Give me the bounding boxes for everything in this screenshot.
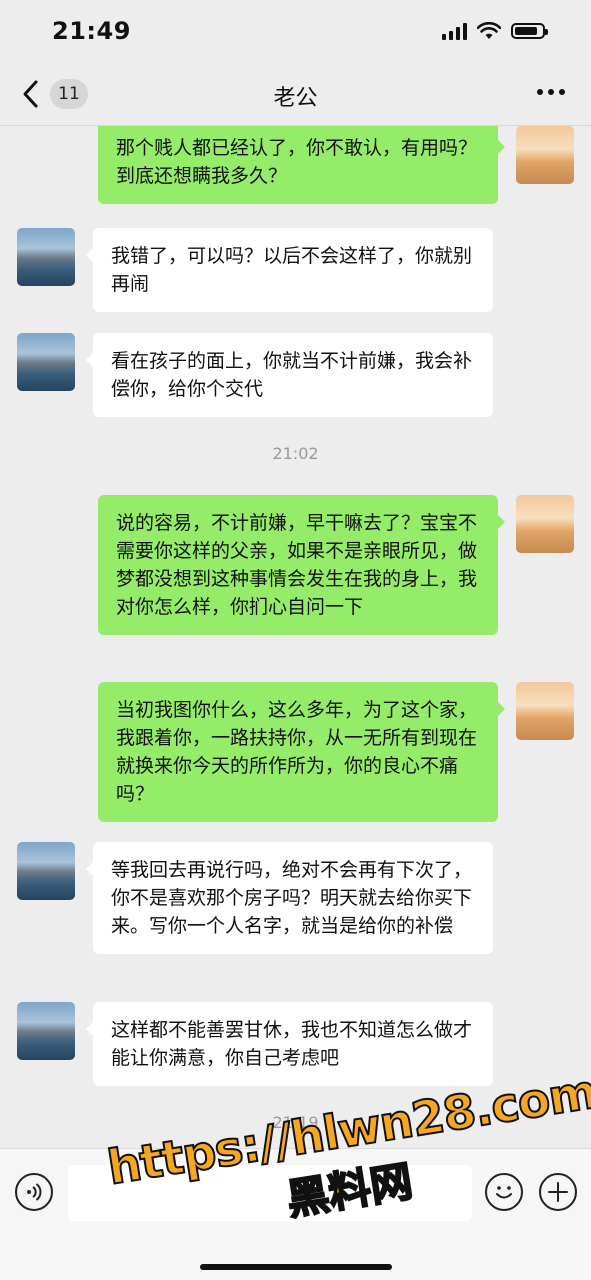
message-row: 等我回去再说行吗，绝对不会再有下次了，你不是喜欢那个房子吗？明天就去给你买下来。… [0,842,591,978]
message-bubble[interactable]: 看在孩子的面上，你就当不计前嫌，我会补偿你，给你个交代 [86,333,493,417]
avatar-self[interactable] [516,495,574,553]
message-text: 我错了，可以吗？以后不会这样了，你就别再闹 [111,245,473,295]
chat-header: 11 老公 [0,62,591,126]
message-row: 说的容易，不计前嫌，早干嘛去了？宝宝不需要你这样的父亲，如果不是亲眼所见，做梦都… [0,495,591,659]
message-bubble[interactable]: 这样都不能善罢甘休，我也不知道怎么做才能让你满意，你自己考虑吧 [86,1002,493,1086]
message-row: 这样都不能善罢甘休，我也不知道怎么做才能让你满意，你自己考虑吧 [0,1002,591,1086]
input-bar [0,1148,591,1280]
status-bar: 21:49 [0,0,591,62]
more-options-button[interactable] [537,89,565,95]
timestamp: 21:19 [272,1113,319,1132]
message-input[interactable] [68,1165,472,1221]
status-icons [442,22,548,40]
timestamp: 21:02 [272,444,319,463]
message-bubble[interactable]: 等我回去再说行吗，绝对不会再有下次了，你不是喜欢那个房子吗？明天就去给你买下来。… [86,842,493,954]
message-bubble[interactable]: 我错了，可以吗？以后不会这样了，你就别再闹 [86,228,493,312]
message-row: 我错了，可以吗？以后不会这样了，你就别再闹 [0,228,591,312]
message-bubble[interactable]: 那个贱人都已经认了，你不敢认，有用吗？到底还想瞒我多久？ [98,126,505,204]
cellular-signal-icon [442,22,467,40]
plus-icon [548,1182,568,1202]
more-icon [537,89,543,95]
message-list[interactable]: 那个贱人都已经认了，你不敢认，有用吗？到底还想瞒我多久？ 我错了，可以吗？以后不… [0,126,591,1148]
avatar-self[interactable] [516,682,574,740]
message-row: 当初我图你什么，这么多年，为了这个家，我跟着你，一路扶持你，从一无所有到现在就换… [0,682,591,822]
avatar-contact[interactable] [17,333,75,391]
message-bubble[interactable]: 说的容易，不计前嫌，早干嘛去了？宝宝不需要你这样的父亲，如果不是亲眼所见，做梦都… [98,495,505,635]
voice-button[interactable] [15,1173,53,1211]
message-bubble[interactable]: 当初我图你什么，这么多年，为了这个家，我跟着你，一路扶持你，从一无所有到现在就换… [98,682,505,822]
message-text: 等我回去再说行吗，绝对不会再有下次了，你不是喜欢那个房子吗？明天就去给你买下来。… [111,859,473,937]
message-row: 看在孩子的面上，你就当不计前嫌，我会补偿你，给你个交代 [0,333,591,417]
add-button[interactable] [539,1173,577,1211]
emoji-button[interactable] [485,1173,523,1211]
avatar-self[interactable] [516,126,574,184]
message-text: 当初我图你什么，这么多年，为了这个家，我跟着你，一路扶持你，从一无所有到现在就换… [116,699,478,805]
status-time: 21:49 [52,17,131,45]
avatar-contact[interactable] [17,228,75,286]
emoji-icon [496,1186,512,1199]
home-indicator[interactable] [200,1264,392,1270]
chat-title: 老公 [273,86,318,111]
wifi-icon [477,22,501,39]
voice-icon [27,1183,42,1201]
message-text: 看在孩子的面上，你就当不计前嫌，我会补偿你，给你个交代 [111,350,473,400]
message-text: 说的容易，不计前嫌，早干嘛去了？宝宝不需要你这样的父亲，如果不是亲眼所见，做梦都… [116,512,478,618]
message-row: 那个贱人都已经认了，你不敢认，有用吗？到底还想瞒我多久？ [0,126,591,204]
message-text: 这样都不能善罢甘休，我也不知道怎么做才能让你满意，你自己考虑吧 [111,1019,473,1069]
avatar-contact[interactable] [17,842,75,900]
message-text: 那个贱人都已经认了，你不敢认，有用吗？到底还想瞒我多久？ [116,137,478,187]
avatar-contact[interactable] [17,1002,75,1060]
battery-icon [511,23,548,39]
